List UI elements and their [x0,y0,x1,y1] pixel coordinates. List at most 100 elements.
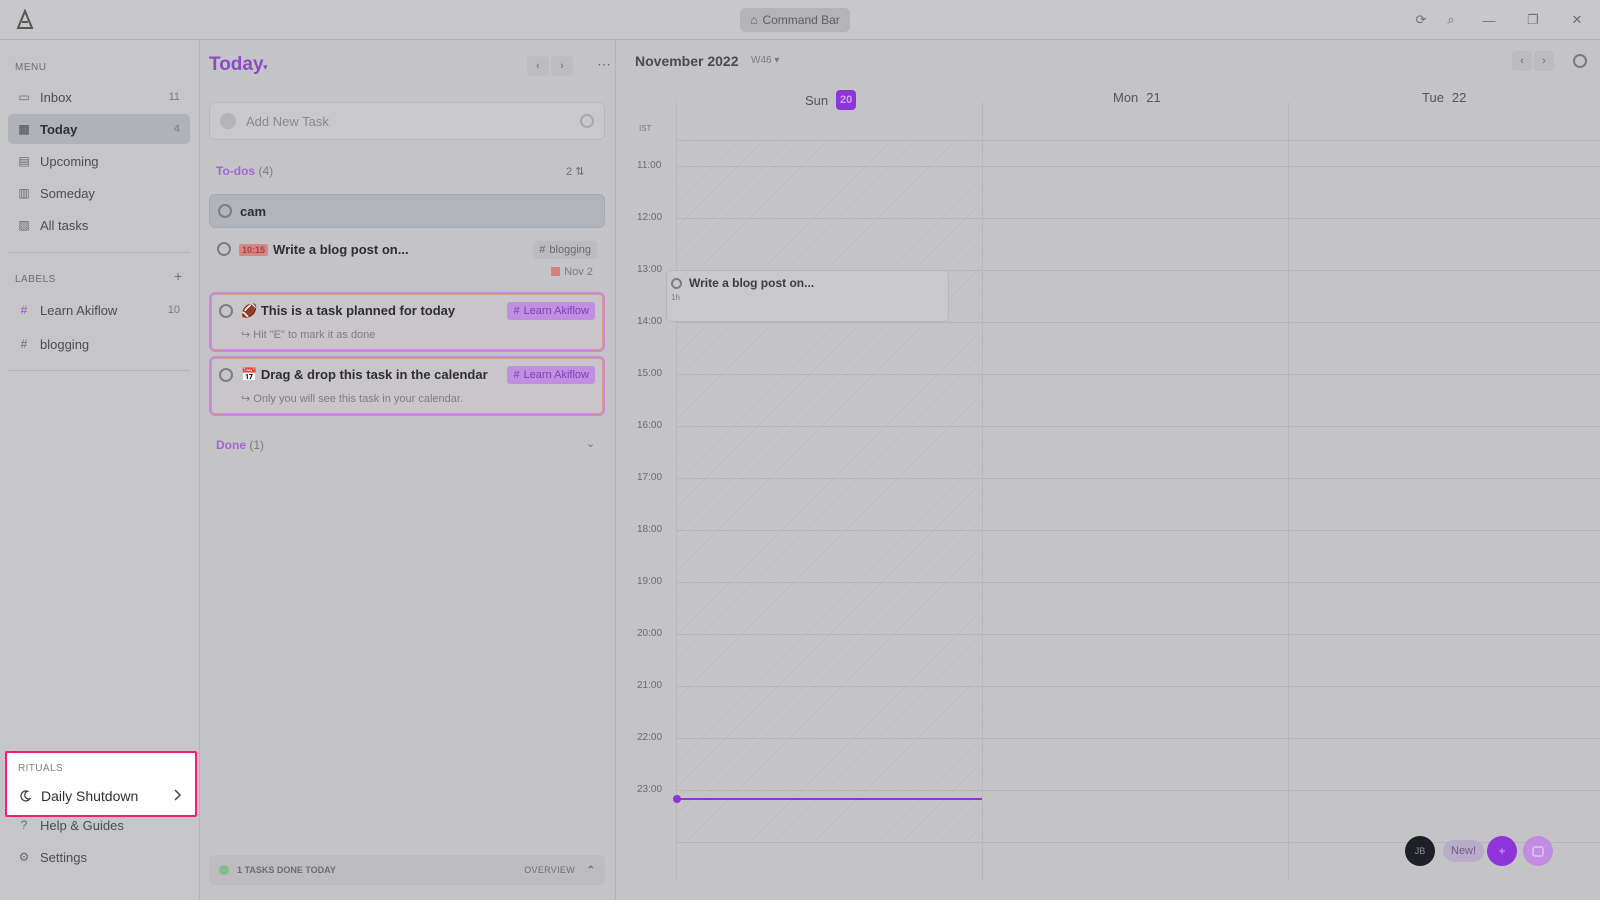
hour-line [676,530,1600,531]
hour-line [676,738,1600,739]
hour-line [676,374,1600,375]
labels-section-label: LABELS [15,274,56,285]
week-selector[interactable]: W46 ▾ [751,55,779,66]
task-checkbox[interactable] [219,304,233,318]
time-tag: 10:15 [239,244,269,256]
task-checkbox[interactable] [217,242,231,256]
task-item[interactable]: cam [209,194,605,228]
avatar[interactable]: JB [1405,836,1435,866]
hour-label: 14:00 [637,316,663,327]
task-options-icon[interactable] [580,114,594,128]
prev-day-button[interactable]: ‹ [527,56,549,76]
task-checkbox[interactable] [219,368,233,382]
task-item[interactable]: 🏈 This is a task planned for today # Lear… [209,292,605,352]
hour-line [676,790,1600,791]
hour-label: 16:00 [637,420,663,431]
task-list-panel: Today ▾ ‹ › ⋯ Add New Task To-dos (4) 2 … [201,40,616,900]
calendar-settings-icon[interactable] [1573,54,1587,68]
hour-line [676,140,1600,141]
task-item[interactable]: 10:15 Write a blog post on... # blogging N… [209,233,605,289]
hour-line [676,322,1600,323]
chevron-left-icon: ‹ [1520,55,1524,67]
chevron-left-icon: ‹ [536,60,540,72]
calendar-grid[interactable] [676,102,1600,880]
sync-icon[interactable]: ⟳ [1412,11,1430,29]
hash-icon: # [539,244,546,256]
sidebar-divider [8,370,190,371]
chevron-right-icon: › [1542,55,1546,67]
calendar-panel: November 2022 W46 ▾ ‹ › Sun 20 Mon 21 Tu… [617,40,1600,900]
prev-week-button[interactable]: ‹ [1512,51,1532,71]
todos-sort-control[interactable]: 2 ⇅ [566,165,584,178]
command-icon: ⌂ [750,13,758,27]
calendar-emoji-icon: 📅 [241,367,258,382]
task-item[interactable]: 📅 Drag & drop this task in the calendar … [209,356,605,416]
label-pill[interactable]: # Learn Akiflow [507,366,595,384]
app-window: ⌂ Command Bar ⟳ ⌕ — ❐ ✕ MENU ▭ Inbox 11 … [0,0,1600,900]
event-checkbox[interactable] [671,278,682,289]
sidebar-item-all-tasks[interactable]: ▧ All tasks [8,210,190,240]
check-circle-icon [219,865,229,875]
add-task-input[interactable]: Add New Task [209,102,605,140]
close-icon[interactable]: ✕ [1568,11,1586,29]
sidebar-divider [8,252,190,253]
overview-link[interactable]: OVERVIEW [524,865,575,875]
reply-icon: ↪ [241,393,254,405]
chevron-up-icon[interactable]: ⌃ [587,865,595,876]
new-badge[interactable]: New! [1443,840,1485,862]
due-date-badge[interactable]: Nov 2 [551,266,593,278]
calendar-title: November 2022 [635,53,739,69]
title-bar: ⌂ Command Bar ⟳ ⌕ — ❐ ✕ [0,0,1600,40]
sidebar-item-someday[interactable]: ▥ Someday [8,178,190,208]
help-icon: ? [20,818,28,832]
day-header-mon[interactable]: Mon 21 [1113,90,1161,105]
command-bar-button[interactable]: ⌂ Command Bar [740,8,850,32]
sidebar-item-today[interactable]: ▦ Today 4 [8,114,190,144]
all-tasks-icon: ▧ [18,218,30,232]
sidebar-label-blogging[interactable]: # blogging [8,329,190,359]
today-icon: ▦ [18,122,30,136]
next-week-button[interactable]: › [1534,51,1554,71]
someday-icon: ▥ [18,186,30,200]
add-label-icon[interactable]: + [174,268,182,284]
hour-label: 19:00 [637,576,663,587]
hour-line [676,478,1600,479]
chevron-down-icon[interactable]: ▾ [263,62,268,73]
more-options-icon[interactable]: ⋯ [597,56,611,73]
minimize-icon[interactable]: — [1480,11,1498,29]
daily-shutdown-button[interactable]: Daily Shutdown [18,785,186,807]
hour-label: 17:00 [637,472,663,483]
done-group-header[interactable]: Done (1) [216,438,264,452]
hour-line [676,218,1600,219]
plus-icon [220,113,236,129]
search-icon[interactable]: ⌕ [1442,11,1460,29]
label-pill[interactable]: # Learn Akiflow [507,302,595,320]
day-header-tue[interactable]: Tue 22 [1422,90,1466,105]
hour-label: 22:00 [637,732,663,743]
label-pill[interactable]: # blogging [533,241,597,259]
hour-label: 21:00 [637,680,663,691]
chevron-down-icon[interactable]: ⌄ [586,437,595,450]
sidebar-item-upcoming[interactable]: ▤ Upcoming [8,146,190,176]
hour-line [676,582,1600,583]
settings-icon: ⚙ [18,850,30,864]
sidebar-label-learn-akiflow[interactable]: # Learn Akiflow 10 [8,295,190,325]
task-checkbox[interactable] [218,204,232,218]
sidebar-item-settings[interactable]: ⚙ Settings [8,842,190,872]
calendar-event[interactable]: Write a blog post on... 1h [666,270,949,322]
hour-label: 15:00 [637,368,663,379]
tasks-done-footer[interactable]: 1 TASKS DONE TODAY OVERVIEW ⌃ [209,855,605,885]
sidebar-item-inbox[interactable]: ▭ Inbox 11 [8,82,190,112]
day-header-sun[interactable]: Sun 20 [805,90,857,110]
calendar-icon [551,267,561,276]
chat-button[interactable] [1523,836,1553,866]
add-event-button[interactable]: + [1487,836,1517,866]
football-icon: 🏈 [241,303,258,318]
hour-line [676,634,1600,635]
todos-group-header[interactable]: To-dos (4) [216,164,273,178]
hour-label: 23:00 [637,784,663,795]
today-badge: 20 [836,90,857,110]
current-time-dot [673,795,681,803]
next-day-button[interactable]: › [551,56,573,76]
restore-icon[interactable]: ❐ [1524,11,1542,29]
